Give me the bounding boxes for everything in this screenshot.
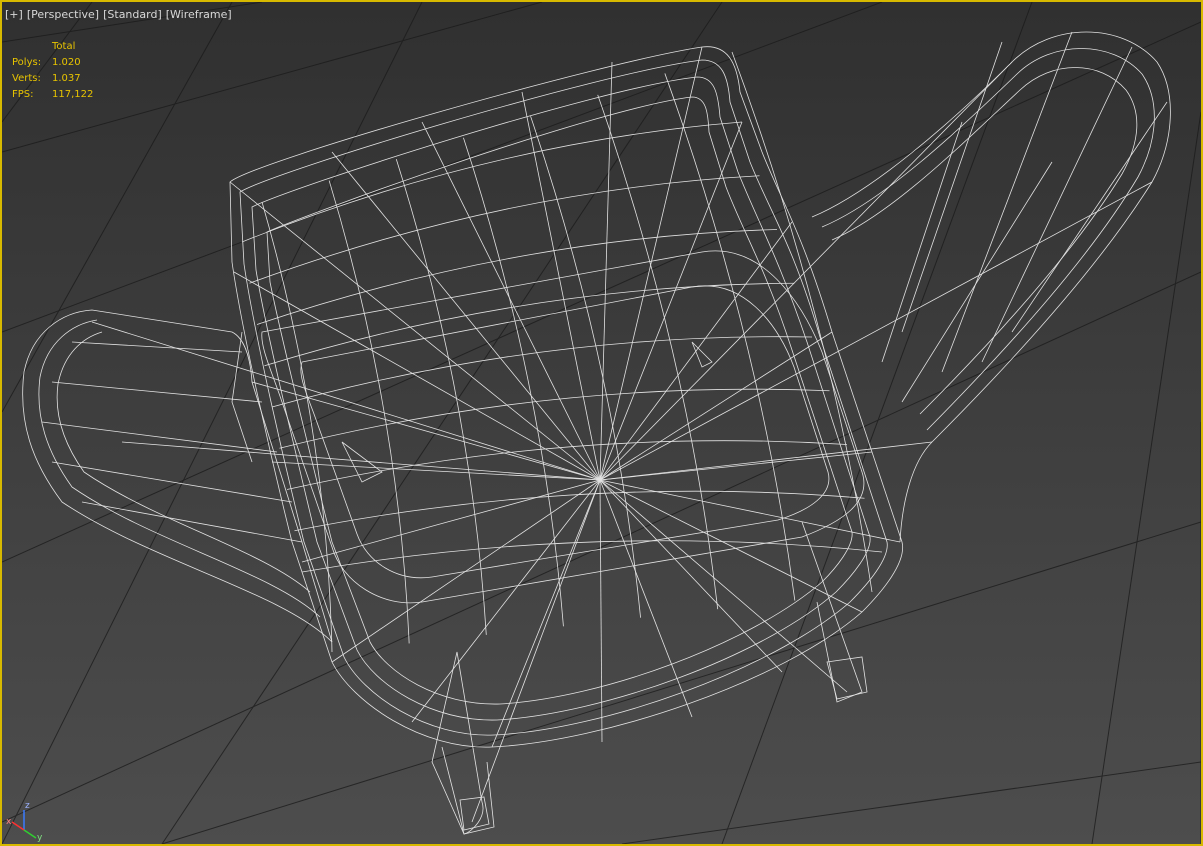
x-axis-line xyxy=(11,821,25,831)
y-axis-label: y xyxy=(37,833,43,842)
mesh-contour xyxy=(266,96,853,705)
grid-line xyxy=(2,271,1201,823)
mesh-edge xyxy=(599,451,873,481)
mesh-edge xyxy=(331,151,601,481)
mesh-contour xyxy=(41,421,278,453)
viewport-scene[interactable] xyxy=(2,2,1201,844)
y-axis-line xyxy=(23,829,37,839)
mesh-edge xyxy=(599,61,1013,481)
viewport-display-menu[interactable]: [Wireframe] xyxy=(165,8,233,26)
viewport-plus-menu[interactable]: [+] xyxy=(4,8,24,26)
viewport-shading-menu[interactable]: [Standard] xyxy=(102,8,163,26)
mesh-contour xyxy=(81,501,303,543)
viewport-label-menu[interactable]: [+] [Perspective] [Standard] [Wireframe] xyxy=(4,8,233,26)
mesh-contour xyxy=(881,121,963,363)
mesh-loop xyxy=(597,94,719,610)
polys-value: 1.020 xyxy=(52,57,81,68)
mesh-contour xyxy=(441,746,495,835)
verts-value: 1.037 xyxy=(52,73,81,84)
statistics-overlay: Total Polys: 1.020 Verts: 1.037 FPS: 117,12… xyxy=(12,39,93,103)
mesh-contour xyxy=(51,461,293,503)
stats-total-header: Total xyxy=(52,41,76,52)
fps-value: 117,122 xyxy=(52,89,94,100)
mesh-contour xyxy=(811,31,1171,543)
mesh-contour xyxy=(71,341,243,353)
x-axis-label: x xyxy=(6,817,12,827)
mesh-edge xyxy=(331,479,601,663)
grid-line xyxy=(721,2,1033,844)
grid-line xyxy=(2,2,883,333)
mesh-loop xyxy=(286,440,848,490)
grid-line xyxy=(621,761,1201,844)
mesh-loop xyxy=(301,540,883,573)
grid-line xyxy=(161,521,1201,844)
mesh-contour xyxy=(300,285,830,579)
polys-label: Polys: xyxy=(12,57,42,68)
grid-line xyxy=(2,2,423,844)
mesh-contour xyxy=(229,46,904,748)
mesh-loop xyxy=(731,51,873,593)
mesh-edge xyxy=(91,321,601,481)
mesh-edge xyxy=(599,181,1153,481)
mesh-contour xyxy=(901,161,1053,403)
mesh-contour xyxy=(901,41,1003,333)
mesh-contour xyxy=(691,341,713,368)
mesh-edge xyxy=(599,479,693,718)
mesh-loop xyxy=(395,159,487,635)
mesh-edge xyxy=(229,181,601,481)
mesh-edge xyxy=(599,61,613,481)
z-axis-label: z xyxy=(25,801,30,811)
mesh-loop xyxy=(279,388,830,449)
mesh-contour xyxy=(821,48,1155,431)
axis-tripod-gizmo: z x y xyxy=(6,801,43,842)
mesh-contour xyxy=(941,31,1073,373)
mesh-contour xyxy=(459,796,490,831)
mesh-edge xyxy=(599,441,933,481)
mesh-loop xyxy=(249,175,760,284)
verts-label: Verts: xyxy=(12,73,41,84)
mesh-edge xyxy=(411,479,601,723)
mesh-edge xyxy=(599,479,783,673)
mesh-edge xyxy=(421,121,601,481)
mesh-loop xyxy=(261,201,333,653)
armchair-wireframe-mesh[interactable] xyxy=(22,31,1171,835)
perspective-viewport[interactable]: [+] [Perspective] [Standard] [Wireframe]… xyxy=(0,0,1203,846)
mesh-contour xyxy=(38,319,321,618)
viewport-view-menu[interactable]: [Perspective] xyxy=(26,8,100,26)
fps-label: FPS: xyxy=(12,89,34,100)
mesh-contour xyxy=(239,59,888,736)
mesh-edge xyxy=(471,479,601,823)
